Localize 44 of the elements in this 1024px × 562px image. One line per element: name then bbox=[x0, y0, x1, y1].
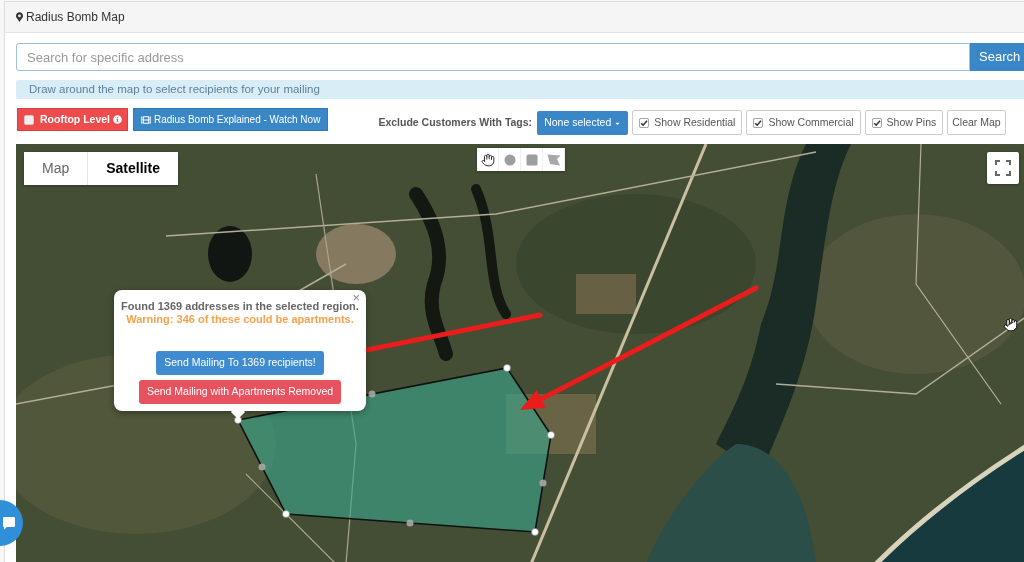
chat-icon bbox=[2, 516, 16, 530]
panel-title: Radius Bomb Map bbox=[26, 9, 125, 26]
clear-map-button[interactable]: Clear Map bbox=[947, 110, 1006, 135]
rooftop-level-button[interactable]: Rooftop Level bbox=[17, 108, 128, 131]
rectangle-tool-icon bbox=[525, 153, 538, 166]
satellite-map-drawing[interactable] bbox=[16, 144, 1024, 562]
map-type-tab[interactable]: Satellite bbox=[88, 152, 178, 185]
circle-tool-icon bbox=[503, 153, 516, 166]
hand-cursor-icon bbox=[1003, 317, 1018, 332]
search-button[interactable]: Search bbox=[970, 43, 1024, 71]
search-field[interactable]: Search for specific address bbox=[16, 43, 970, 71]
map-type-tab[interactable]: Map bbox=[24, 152, 89, 185]
fullscreen-button[interactable] bbox=[987, 152, 1019, 184]
vertex-handle[interactable] bbox=[503, 364, 511, 372]
addresses-found-text: Found 1369 addresses in the selected region. bbox=[121, 300, 359, 313]
filter-toggle[interactable]: Show Pins bbox=[864, 110, 944, 135]
filter-toggle[interactable]: Show Commercial bbox=[746, 110, 861, 135]
midpoint-handle[interactable] bbox=[406, 519, 414, 527]
midpoint-handle[interactable] bbox=[258, 463, 266, 471]
midpoint-handle[interactable] bbox=[368, 390, 376, 398]
checkbox[interactable] bbox=[871, 117, 882, 128]
info-icon bbox=[113, 115, 122, 124]
filter-toggle[interactable]: Show Residential bbox=[632, 110, 743, 135]
checkbox[interactable] bbox=[753, 117, 764, 128]
drawing-tool-button[interactable] bbox=[477, 148, 499, 171]
hand-tool-icon bbox=[480, 152, 495, 167]
vertex-handle[interactable] bbox=[547, 431, 555, 439]
checkbox[interactable] bbox=[24, 114, 34, 125]
film-icon bbox=[141, 114, 151, 125]
vertex-handle[interactable] bbox=[531, 528, 539, 536]
exclude-tags-label: Exclude Customers With Tags: bbox=[378, 115, 533, 130]
info-alert: Draw around the map to select recipients for your mailing bbox=[16, 80, 1024, 99]
tags-dropdown[interactable]: None selected bbox=[537, 111, 629, 135]
vertex-handle[interactable] bbox=[282, 510, 290, 518]
fullscreen-icon bbox=[995, 160, 1011, 176]
map-marker-icon bbox=[16, 12, 23, 22]
midpoint-handle[interactable] bbox=[539, 479, 547, 487]
send-mailing-button[interactable]: Send Mailing To 1369 recipients! bbox=[156, 351, 324, 375]
vertex-handle[interactable] bbox=[234, 416, 242, 424]
apartment-warning-text: Warning: 346 of these could be apartments. bbox=[126, 313, 354, 326]
send-mailing-button[interactable]: Send Mailing with Apartments Removed bbox=[138, 380, 342, 404]
polygon-tool-icon bbox=[546, 153, 561, 166]
checkbox[interactable] bbox=[639, 117, 650, 128]
video-button[interactable]: Radius Bomb Explained - Watch Now bbox=[133, 108, 329, 131]
